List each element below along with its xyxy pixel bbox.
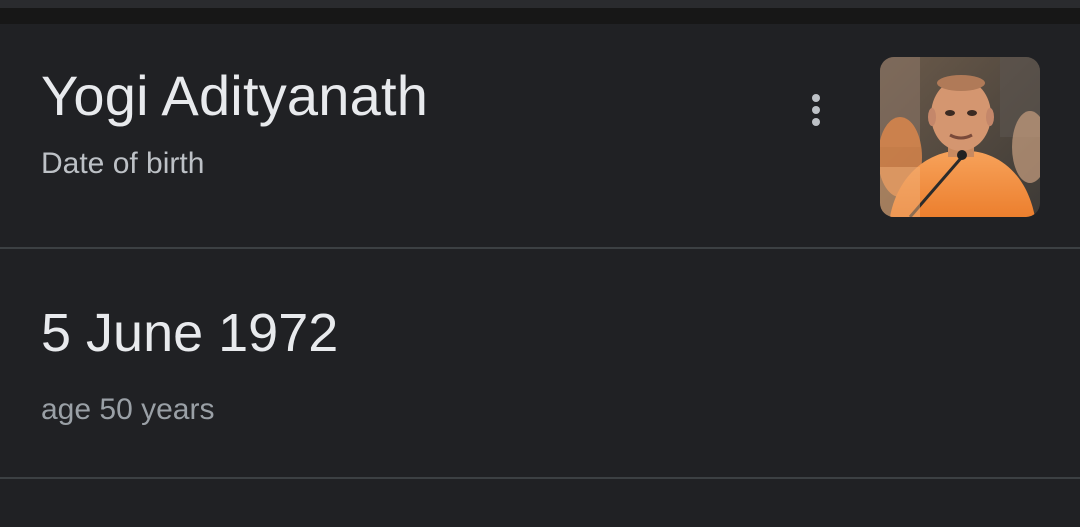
- answer-detail: age 50 years: [41, 393, 215, 426]
- entity-thumbnail[interactable]: [880, 57, 1040, 217]
- status-bar-edge: [0, 0, 1080, 24]
- more-options-button[interactable]: [796, 82, 836, 138]
- entity-name: Yogi Adityanath: [41, 64, 429, 127]
- section-divider: [0, 477, 1080, 479]
- attribute-label: Date of birth: [41, 147, 205, 180]
- answer-value: 5 June 1972: [41, 303, 339, 363]
- section-divider: [0, 247, 1080, 249]
- person-photo: [880, 57, 1040, 217]
- more-vert-icon: [812, 94, 820, 126]
- knowledge-panel-header: Yogi Adityanath Date of birth: [0, 24, 1080, 248]
